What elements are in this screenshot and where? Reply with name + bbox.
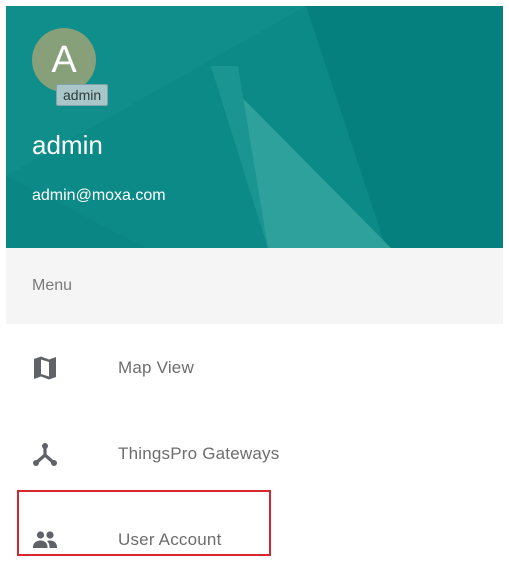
menu-section-header: Menu xyxy=(6,248,503,324)
menu-item-label: Map View xyxy=(118,358,194,377)
avatar-initial: A xyxy=(51,39,77,81)
map-icon xyxy=(34,356,56,380)
user-email: admin@moxa.com xyxy=(32,187,166,204)
menu-item-map-view[interactable]: Map View xyxy=(6,324,503,410)
user-name: admin xyxy=(32,130,103,160)
highlight-box xyxy=(17,490,271,556)
avatar-tooltip: admin xyxy=(56,84,109,106)
avatar[interactable]: A xyxy=(32,28,96,92)
drawer-header: A admin admin admin@moxa.com xyxy=(6,6,503,248)
gateway-icon xyxy=(33,443,57,466)
menu-item-thingspro-gateways[interactable]: ThingsPro Gateways xyxy=(6,410,503,496)
navigation-drawer: A admin admin admin@moxa.com Menu Map Vi… xyxy=(0,0,509,561)
menu-item-label: ThingsPro Gateways xyxy=(118,444,280,463)
menu-title: Menu xyxy=(32,277,73,294)
